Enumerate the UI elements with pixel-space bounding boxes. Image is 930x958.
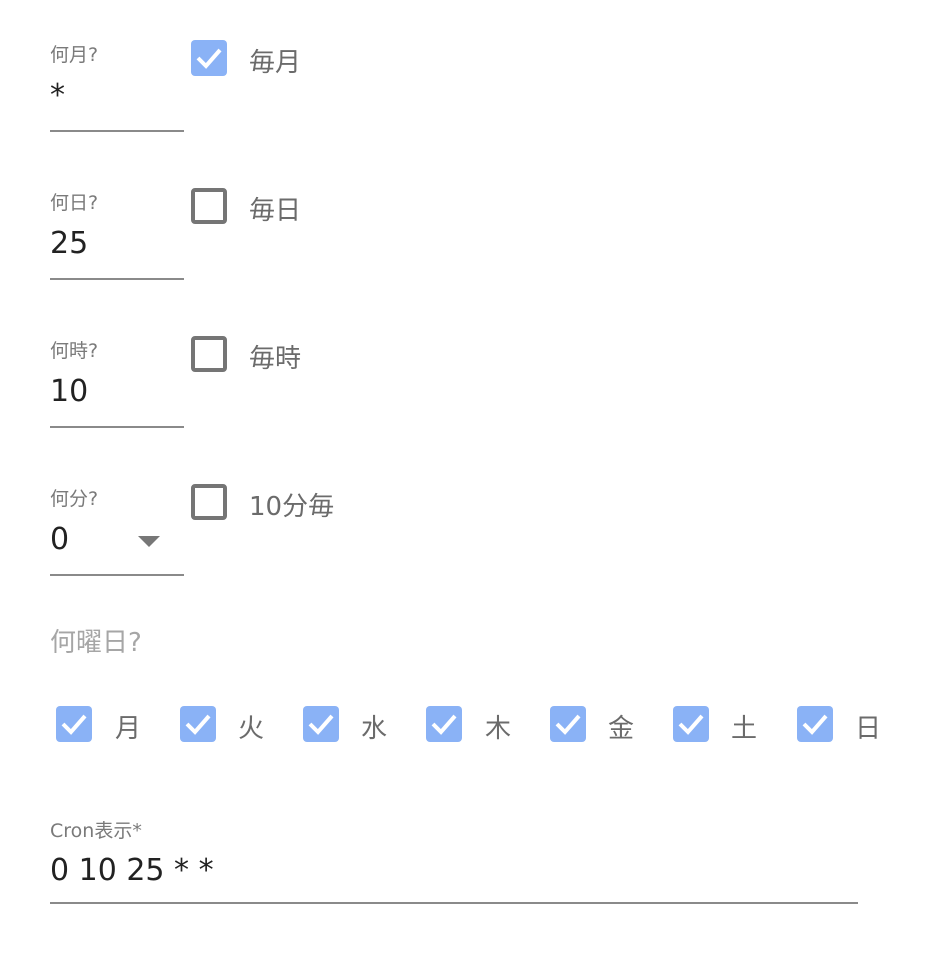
checkmark-icon <box>802 714 828 735</box>
weekday-checkbox-thu[interactable] <box>426 706 462 742</box>
checkmark-icon <box>61 714 87 735</box>
weekday-label-mon: 月 <box>115 714 142 744</box>
weekday-checkbox-tue[interactable] <box>180 706 216 742</box>
weekday-label-sat: 土 <box>731 714 758 744</box>
weekday-label-sun: 日 <box>855 714 882 744</box>
day-label: 何日? <box>50 192 99 214</box>
checkmark-icon <box>431 714 457 735</box>
every-month-label: 毎月 <box>249 48 302 78</box>
every-10-minutes-checkbox[interactable] <box>191 484 227 520</box>
checkmark-icon <box>555 714 581 735</box>
cron-schedule-form: 何月? * 毎月 何日? 25 毎日 何時? 10 毎時 何分? 0 10分毎 … <box>0 0 930 958</box>
weekday-checkbox-mon[interactable] <box>56 706 92 742</box>
checkmark-icon <box>678 714 704 735</box>
hour-field[interactable]: 何時? 10 <box>50 336 184 428</box>
minute-select[interactable]: 何分? 0 <box>50 484 184 576</box>
day-field[interactable]: 何日? 25 <box>50 188 184 280</box>
cron-input[interactable]: 0 10 25 * * <box>50 853 214 888</box>
cron-label: Cron表示* <box>50 820 142 842</box>
every-10-minutes-label: 10分毎 <box>249 492 335 522</box>
minute-value[interactable]: 0 <box>50 522 69 557</box>
month-field[interactable]: 何月? * <box>50 40 184 132</box>
weekday-label-wed: 水 <box>361 714 388 744</box>
cron-field[interactable]: Cron表示* 0 10 25 * * <box>50 816 858 904</box>
weekday-checkbox-sat[interactable] <box>673 706 709 742</box>
month-label: 何月? <box>50 44 99 66</box>
hour-input[interactable]: 10 <box>50 374 88 409</box>
weekday-title: 何曜日? <box>50 628 142 658</box>
every-hour-checkbox[interactable] <box>191 336 227 372</box>
weekday-checkbox-fri[interactable] <box>550 706 586 742</box>
weekday-label-fri: 金 <box>608 714 635 744</box>
every-day-label: 毎日 <box>249 196 302 226</box>
dropdown-arrow-icon[interactable] <box>138 536 160 547</box>
every-month-checkbox[interactable] <box>191 40 227 76</box>
month-input[interactable]: * <box>50 78 65 113</box>
day-input[interactable]: 25 <box>50 226 88 261</box>
every-hour-label: 毎時 <box>249 344 302 374</box>
minute-label: 何分? <box>50 488 99 510</box>
checkmark-icon <box>308 714 334 735</box>
weekday-checkbox-wed[interactable] <box>303 706 339 742</box>
weekday-checkbox-sun[interactable] <box>797 706 833 742</box>
checkmark-icon <box>196 48 222 69</box>
checkmark-icon <box>185 714 211 735</box>
weekday-label-tue: 火 <box>238 714 265 744</box>
weekday-label-thu: 木 <box>485 714 512 744</box>
every-day-checkbox[interactable] <box>191 188 227 224</box>
hour-label: 何時? <box>50 340 99 362</box>
